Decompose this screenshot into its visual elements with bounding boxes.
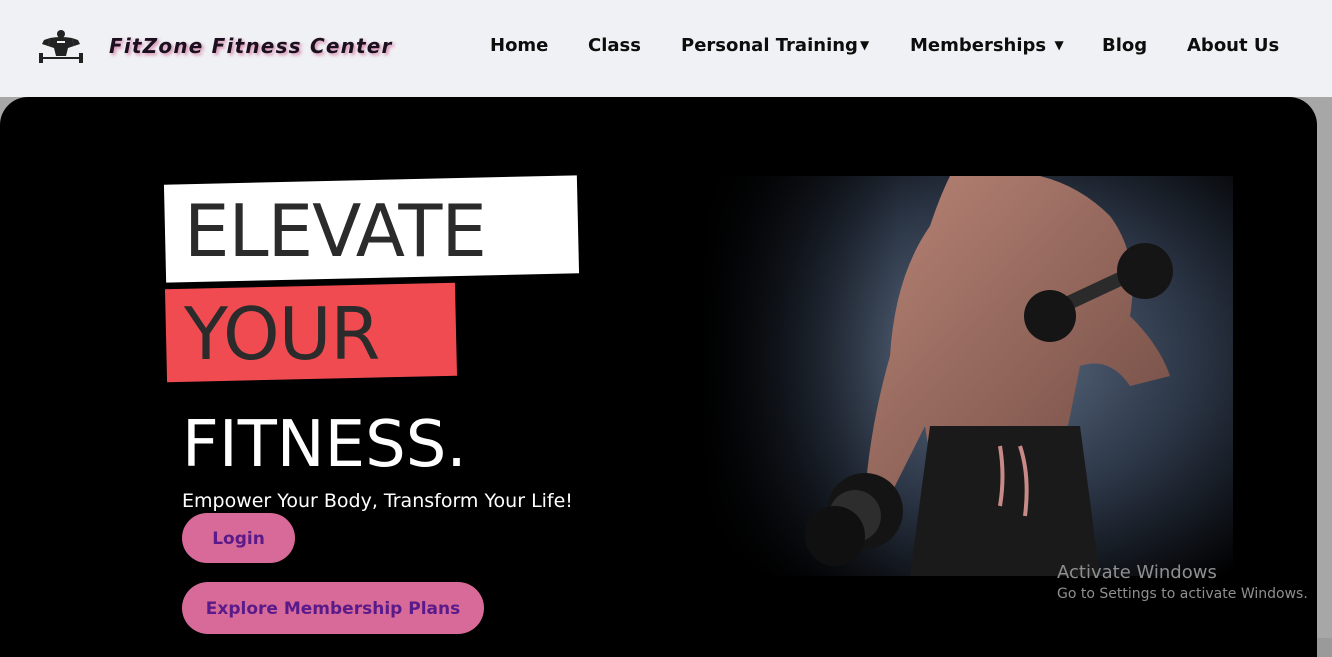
watermark-subtitle: Go to Settings to activate Windows.	[1057, 586, 1308, 602]
nav-about-us-label: About Us	[1187, 35, 1280, 56]
nav-blog[interactable]: Blog	[1102, 35, 1147, 56]
top-navbar: FitZone Fitness Center Home Class Person…	[0, 0, 1332, 97]
brand-name[interactable]: FitZone Fitness Center	[109, 34, 393, 58]
hero-fitness-photo	[700, 176, 1233, 576]
nav-blog-label: Blog	[1102, 35, 1148, 56]
nav-home-label: Home	[490, 35, 549, 56]
bodybuilder-barbell-icon[interactable]	[38, 28, 84, 66]
nav-class[interactable]: Class	[588, 35, 641, 56]
nav-memberships[interactable]: Memberships ▼	[910, 35, 1064, 56]
explore-membership-plans-button[interactable]: Explore Membership Plans	[182, 582, 484, 634]
nav-memberships-label: Memberships	[910, 35, 1047, 56]
nav-personal-training-label: Personal Training	[681, 35, 858, 56]
nav-about-us[interactable]: About Us	[1187, 35, 1279, 56]
nav-personal-training[interactable]: Personal Training ▼	[681, 35, 869, 56]
login-button[interactable]: Login	[182, 513, 295, 563]
caret-down-icon: ▼	[859, 38, 870, 52]
caret-down-icon: ▼	[1054, 38, 1064, 52]
hero-tagline: Empower Your Body, Transform Your Life!	[182, 490, 573, 512]
hero-heading-elevate: ELEVATE	[184, 189, 487, 273]
hero-heading-fitness: FITNESS.	[182, 408, 467, 482]
nav-class-label: Class	[588, 35, 641, 56]
watermark-title: Activate Windows	[1057, 562, 1217, 583]
windows-activation-watermark: Activate Windows Go to Settings to activ…	[1057, 562, 1308, 604]
hero-heading-your: YOUR	[184, 292, 380, 376]
nav-home[interactable]: Home	[490, 35, 548, 56]
